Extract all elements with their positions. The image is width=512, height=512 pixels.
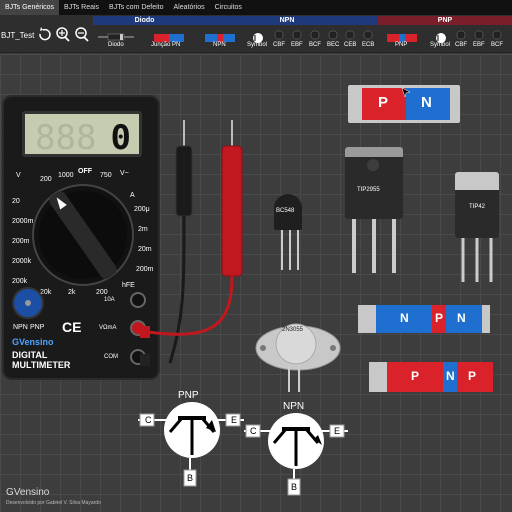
- pnp-b-label: B: [187, 473, 194, 483]
- group-header-diodo: Diodo: [93, 16, 196, 25]
- npn-block-n-left: N: [400, 311, 409, 325]
- pnp-block-p-left: P: [411, 369, 420, 383]
- toolbar-actions: [39, 27, 89, 42]
- tool-label-symbol-npn: Symbol: [247, 42, 268, 48]
- tab-aleatorios[interactable]: Aleatórios: [169, 0, 210, 15]
- lcd-reading: 0: [110, 118, 131, 158]
- multimeter-title-1: DIGITAL: [12, 350, 48, 360]
- npn-b-label: B: [291, 482, 298, 492]
- svg-text:200k: 200k: [12, 278, 28, 285]
- red-probe[interactable]: [221, 145, 243, 277]
- svg-text:2k: 2k: [68, 289, 76, 296]
- svg-text:V~: V~: [120, 170, 129, 177]
- multimeter-dial-panel: V 200 1000 OFF 750 V~ A 200μ 2m 20m 200m…: [12, 168, 154, 296]
- svg-text:A: A: [130, 192, 135, 199]
- pnp-e-label: E: [231, 415, 238, 425]
- pnp-block-p-right: P: [468, 369, 477, 383]
- tip42-transistor[interactable]: TIP42: [455, 172, 499, 238]
- svg-text:200m: 200m: [12, 238, 30, 245]
- zoom-in-icon[interactable]: [56, 27, 70, 42]
- diode-tool-icon[interactable]: [98, 32, 134, 42]
- svg-text:750: 750: [100, 172, 112, 179]
- multimeter-title-2: MULTIMETER: [12, 360, 71, 370]
- tip2955-label: TIP2955: [357, 187, 380, 193]
- npn-block[interactable]: N P N: [358, 305, 490, 333]
- black-probe[interactable]: [175, 145, 193, 217]
- tip2955-transistor[interactable]: TIP2955: [345, 147, 403, 219]
- tool-label-symbol-pnp: Symbol: [430, 42, 451, 48]
- tab-bjts-com-defeito[interactable]: BJTs com Defeito: [104, 0, 168, 15]
- tab-bjts-genericos[interactable]: BJTs Genéricos: [0, 0, 60, 15]
- svg-text:OFF: OFF: [78, 168, 93, 175]
- svg-text:2000k: 2000k: [12, 258, 32, 265]
- project-name: BJT_Test: [1, 31, 35, 40]
- npn-package-tool-icons[interactable]: [272, 30, 378, 44]
- bc548-transistor[interactable]: BC548: [274, 194, 302, 230]
- tip2955-legs: [352, 219, 396, 273]
- svg-text:20: 20: [12, 198, 20, 205]
- multimeter[interactable]: 888 0 V 200 1000 OFF 750 V~ A 200μ 2m 20…: [2, 95, 160, 380]
- lcd-ghost-digits: 888: [35, 118, 97, 158]
- pnp-package-tool-icons[interactable]: [454, 30, 512, 44]
- multimeter-brand: GVensino: [12, 337, 54, 347]
- jack-vma-label: VΩmA: [99, 325, 117, 331]
- npn-block-n-right: N: [457, 311, 466, 325]
- footer-brand: GVensino: [6, 487, 50, 498]
- npn-e-label: E: [334, 426, 341, 436]
- scale-dcv: V: [16, 172, 21, 179]
- red-probe-plug: [140, 326, 150, 338]
- tab-bjts-reais[interactable]: BJTs Reais: [59, 0, 104, 15]
- junction-pn-tool-icon[interactable]: [154, 34, 184, 42]
- multimeter-lcd: 888 0: [22, 111, 142, 158]
- black-probe-plug: [140, 354, 150, 366]
- pnp-block[interactable]: P N P: [369, 362, 493, 392]
- pnp-c-label: C: [145, 415, 152, 425]
- svg-text:2000m: 2000m: [12, 218, 34, 225]
- pn-junction-p-label: P: [378, 94, 389, 111]
- probes: [140, 120, 243, 366]
- hfe-socket[interactable]: [12, 287, 44, 319]
- tool-label-juncao-pn: Junção PN: [151, 42, 181, 48]
- jack-10a-label: 10A: [104, 297, 115, 303]
- 2n3055-label: 2N3055: [282, 327, 304, 333]
- jack-com-label: COM: [104, 354, 118, 360]
- tool-label-npn: NPN: [213, 42, 226, 48]
- tab-circuitos[interactable]: Circuitos: [210, 0, 247, 15]
- cursor-icon: [401, 87, 411, 98]
- svg-text:200: 200: [96, 289, 108, 296]
- toolbar: BJT_Test Diodo NPN PNP Diodo Junção PN N…: [0, 15, 512, 53]
- svg-text:1000: 1000: [58, 172, 74, 179]
- zoom-out-icon[interactable]: [75, 27, 89, 42]
- tool-label-pnp: PNP: [395, 42, 408, 48]
- bc548-legs: [281, 230, 299, 270]
- tip42-legs: [461, 238, 493, 282]
- hfe-pnp-label: PNP: [30, 324, 45, 331]
- bc548-label: BC548: [276, 208, 295, 214]
- group-header-pnp: PNP: [378, 16, 512, 25]
- group-header-npn: NPN: [196, 16, 378, 25]
- tip42-label: TIP42: [469, 204, 486, 210]
- npn-c-label: C: [250, 426, 257, 436]
- tool-label-diodo: Diodo: [108, 42, 124, 48]
- pnp-block-n: N: [446, 369, 455, 383]
- footer-credit: Desenvolvido por Gabriel V. Silva Mayard…: [6, 500, 101, 506]
- pn-junction-n-label: N: [421, 94, 432, 111]
- hfe-npn-label: NPN: [13, 324, 28, 331]
- npn-tool-icon[interactable]: [205, 34, 235, 42]
- npn-block-p: P: [435, 311, 444, 325]
- svg-text:200: 200: [40, 176, 52, 183]
- undo-icon[interactable]: [39, 27, 51, 41]
- ce-mark: CE: [62, 319, 82, 335]
- svg-text:hFE: hFE: [122, 282, 135, 289]
- pnp-tool-icon[interactable]: [387, 34, 417, 42]
- tab-bar: BJTs Genéricos BJTs Reais BJTs com Defei…: [0, 0, 512, 15]
- 2n3055-transistor[interactable]: [255, 312, 341, 394]
